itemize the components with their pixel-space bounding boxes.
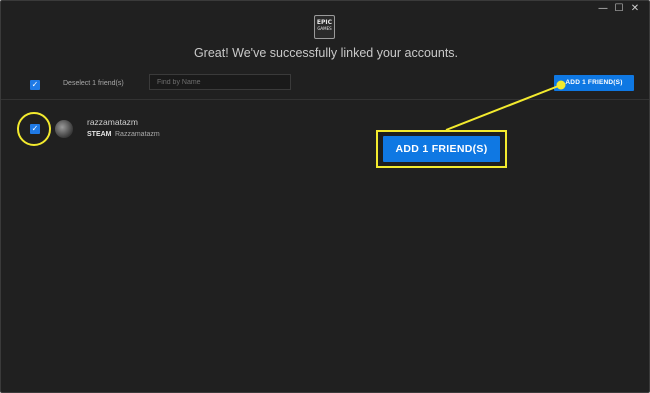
page-headline: Great! We've successfully linked your ac…	[193, 46, 459, 60]
toolbar-divider	[1, 99, 649, 100]
select-all-checkbox[interactable]: ✓	[30, 80, 40, 90]
add-friends-callout-button: ADD 1 FRIEND(S)	[383, 136, 500, 162]
friend-name: razzamatazm	[87, 117, 139, 127]
friend-platform: STEAM	[87, 131, 112, 138]
add-friends-button[interactable]: ADD 1 FRIEND(S)	[554, 75, 634, 91]
logo-text-epic: EPIC	[316, 19, 333, 26]
epic-link-accounts-window: — ☐ ✕ EPIC GAMES Great! We've successful…	[0, 0, 650, 393]
find-by-name-input[interactable]	[149, 74, 291, 90]
close-icon[interactable]: ✕	[627, 3, 643, 15]
window-controls: — ☐ ✕	[595, 3, 643, 15]
epic-games-logo: EPIC GAMES	[314, 15, 335, 39]
deselect-friends-label[interactable]: Deselect 1 friend(s)	[63, 79, 124, 88]
logo-text-games: GAMES	[317, 26, 332, 31]
checkbox-highlight-circle	[17, 112, 51, 146]
avatar	[55, 120, 73, 138]
maximize-icon[interactable]: ☐	[611, 3, 627, 15]
friend-account-name: Razzamatazm	[115, 131, 160, 138]
minimize-icon[interactable]: —	[595, 3, 611, 15]
